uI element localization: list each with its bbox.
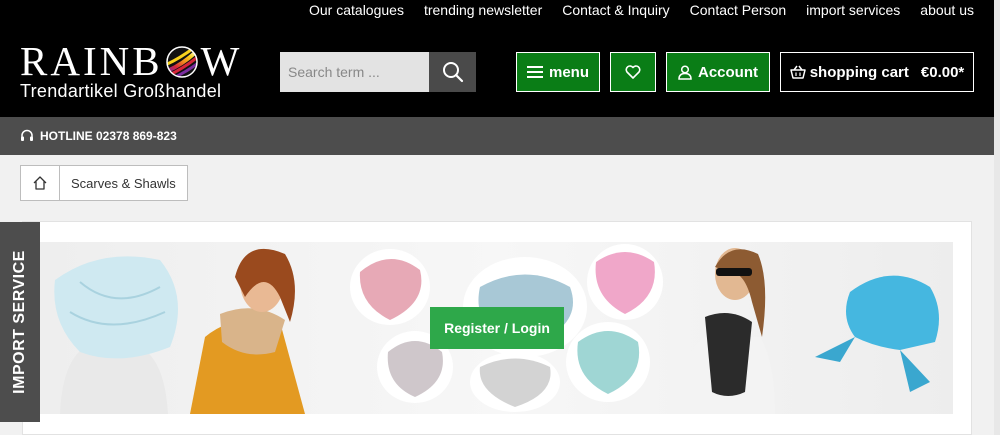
- user-icon: [678, 64, 692, 80]
- breadcrumb-current[interactable]: Scarves & Shawls: [60, 165, 188, 201]
- breadcrumb-home[interactable]: [20, 165, 60, 201]
- logo[interactable]: RAINB W Trendartikel Großhandel: [20, 38, 250, 102]
- link-catalogues[interactable]: Our catalogues: [309, 2, 404, 18]
- cart-label: shopping cart: [809, 63, 909, 81]
- link-contact-person[interactable]: Contact Person: [690, 2, 787, 18]
- register-login-button[interactable]: Register / Login: [430, 307, 564, 349]
- logo-subtitle: Trendartikel Großhandel: [20, 81, 222, 101]
- mannequin-blue-scarf: [54, 256, 178, 414]
- account-label: Account: [698, 63, 758, 81]
- link-contact-inquiry[interactable]: Contact & Inquiry: [562, 2, 669, 18]
- account-button[interactable]: Account: [666, 52, 770, 92]
- import-service-tab[interactable]: IMPORT SERVICE: [0, 222, 40, 422]
- header: Our catalogues trending newsletter Conta…: [0, 0, 994, 117]
- logo-word-right: W: [200, 38, 243, 84]
- shopping-cart-button[interactable]: shopping cart €0.00*: [780, 52, 974, 92]
- search-icon: [442, 62, 463, 83]
- headset-icon: [21, 129, 33, 141]
- link-import-services[interactable]: import services: [806, 2, 900, 18]
- hotline-text: HOTLINE 02378 869-823: [40, 129, 177, 143]
- logo-wordmark: RAINB W: [20, 38, 250, 84]
- home-icon: [33, 176, 47, 190]
- wishlist-button[interactable]: [610, 52, 656, 92]
- model-yellow-coat: [190, 248, 305, 414]
- menu-label: menu: [548, 63, 589, 81]
- breadcrumb: Scarves & Shawls: [20, 165, 188, 201]
- search-bar: [280, 52, 476, 92]
- scrollbar[interactable]: [994, 0, 1000, 435]
- blue-bandana: [815, 275, 939, 392]
- import-service-label: IMPORT SERVICE: [11, 250, 28, 394]
- cart-total: €0.00*: [920, 63, 965, 81]
- link-about-us[interactable]: about us: [920, 2, 974, 18]
- logo-word-left: RAINB: [20, 38, 163, 84]
- search-input[interactable]: [280, 52, 429, 92]
- hotline-bar: HOTLINE 02378 869-823: [0, 117, 994, 155]
- basket-icon: [789, 65, 806, 79]
- hamburger-icon: [526, 66, 543, 78]
- menu-button[interactable]: menu: [516, 52, 600, 92]
- link-newsletter[interactable]: trending newsletter: [424, 2, 542, 18]
- rainbow-ball-icon: [165, 46, 198, 78]
- model-sunglasses: [680, 248, 775, 414]
- heart-icon: [625, 65, 641, 79]
- top-links: Our catalogues trending newsletter Conta…: [309, 2, 974, 18]
- search-button[interactable]: [429, 52, 476, 92]
